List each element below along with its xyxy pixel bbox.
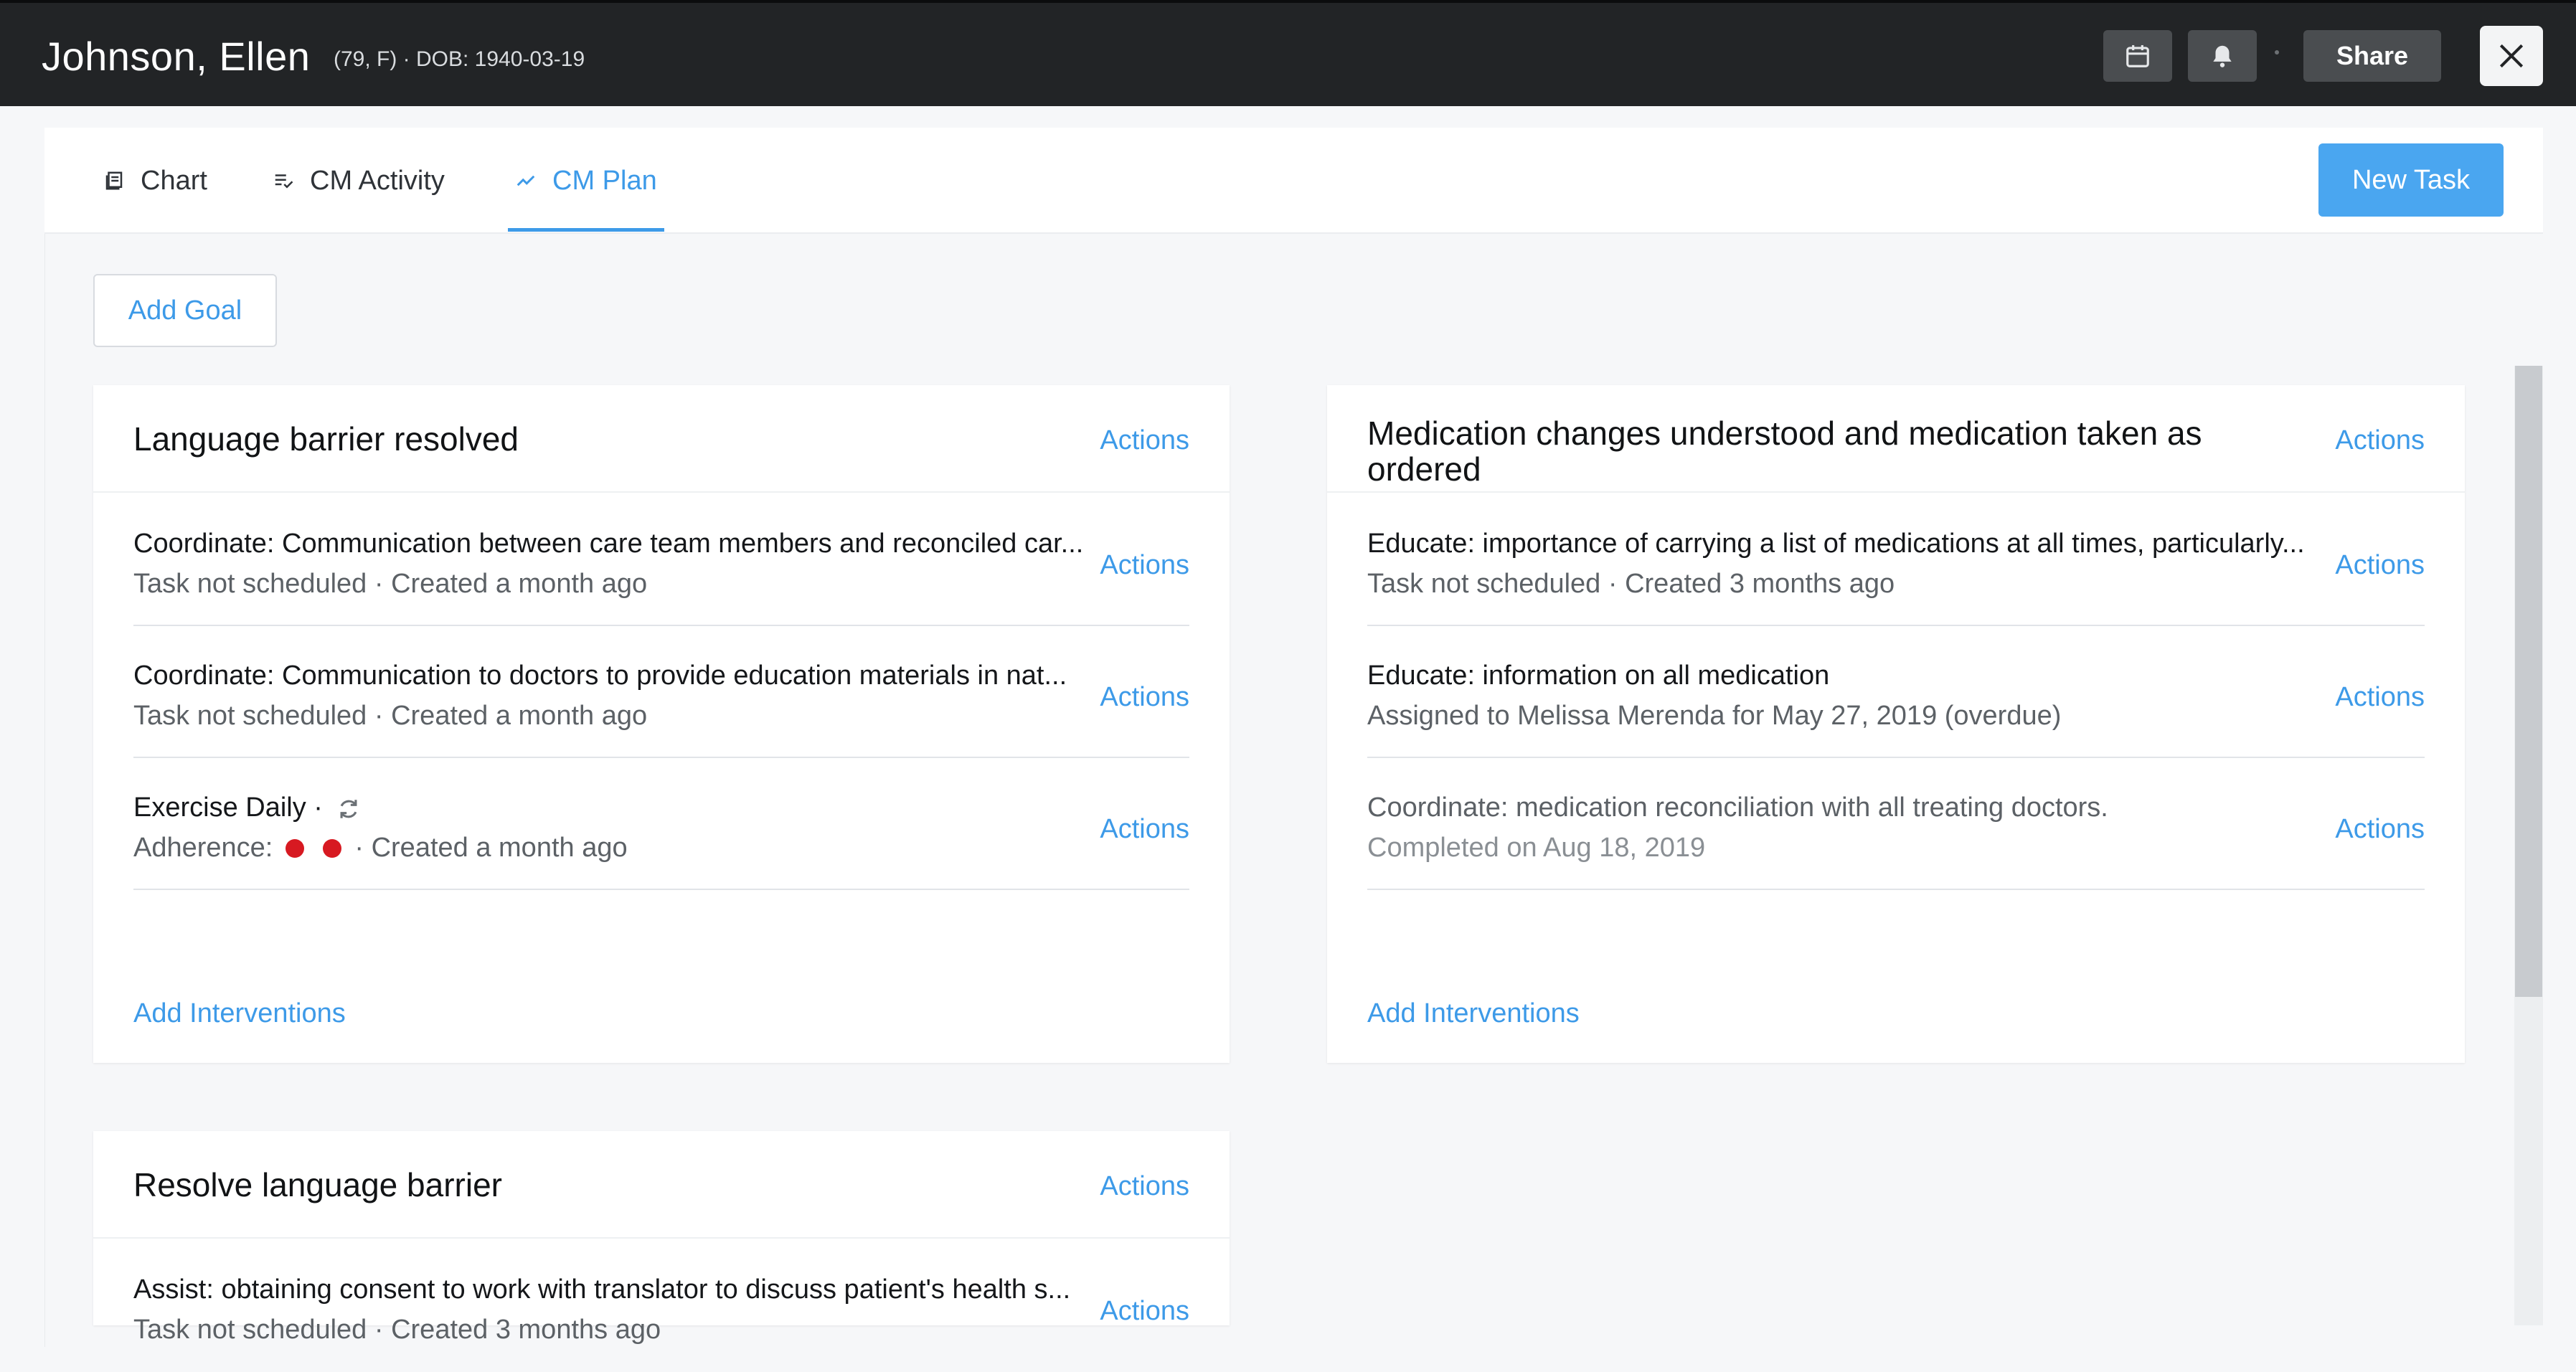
task-title[interactable]: Coordinate: Communication to doctors to … <box>133 661 1095 691</box>
task-subtitle: Task not scheduled · Created 3 months ag… <box>1367 569 1895 599</box>
goal-card-header: Language barrier resolved Actions <box>93 385 1230 493</box>
task-subtitle: Task not scheduled · Created a month ago <box>133 569 648 599</box>
close-icon <box>2499 44 2524 68</box>
goal-actions-link[interactable]: Actions <box>1100 425 1189 456</box>
task-item: Coordinate: Communication between care t… <box>133 494 1189 626</box>
task-item: Educate: importance of carrying a list o… <box>1367 494 2425 626</box>
task-item: Assist: obtaining consent to work with t… <box>133 1240 1189 1372</box>
add-interventions-link[interactable]: Add Interventions <box>1367 998 1580 1029</box>
goal-title: Medication changes understood and medica… <box>1367 415 2202 488</box>
adherence-suffix: · Created a month ago <box>354 833 628 863</box>
adherence-missed-dot <box>323 838 342 858</box>
calendar-icon <box>2126 44 2149 67</box>
adherence-label: Adherence: <box>133 833 273 863</box>
tab-cm-plan-label: CM Plan <box>552 165 657 196</box>
task-title[interactable]: Exercise Daily · <box>133 793 1095 823</box>
goal-title: Language barrier resolved <box>133 420 519 458</box>
task-subtitle: Assigned to Melissa Merenda for May 27, … <box>1367 701 2062 731</box>
task-actions-link[interactable]: Actions <box>1100 682 1189 713</box>
tab-cm-plan[interactable]: CM Plan <box>515 128 657 234</box>
adherence-missed-dot <box>286 838 305 858</box>
add-goal-button[interactable]: Add Goal <box>93 274 277 347</box>
tab-chart[interactable]: Chart <box>103 128 207 234</box>
goal-card: Resolve language barrier Actions Assist:… <box>93 1131 1230 1345</box>
task-item: Educate: information on all medication A… <box>1367 626 2425 758</box>
tab-chart-label: Chart <box>141 165 207 196</box>
separator-dot <box>2275 50 2279 55</box>
bell-icon <box>2213 45 2232 67</box>
notifications-button[interactable] <box>2188 30 2257 82</box>
task-title[interactable]: Coordinate: Communication between care t… <box>133 529 1095 559</box>
tab-cm-activity-label: CM Activity <box>310 165 445 196</box>
task-subtitle: Task not scheduled · Created a month ago <box>133 701 648 731</box>
task-title[interactable]: Assist: obtaining consent to work with t… <box>133 1274 1095 1305</box>
list-check-icon <box>275 174 293 189</box>
goal-card: Medication changes understood and medica… <box>1327 385 2465 1063</box>
task-actions-link[interactable]: Actions <box>1100 1296 1189 1327</box>
task-actions-link[interactable]: Actions <box>2335 814 2425 845</box>
task-actions-link[interactable]: Actions <box>2335 682 2425 713</box>
trend-icon <box>516 175 535 186</box>
task-title[interactable]: Coordinate: medication reconciliation wi… <box>1367 793 2329 823</box>
close-button[interactable] <box>2480 26 2543 86</box>
task-subtitle: Adherence: · Created a month ago <box>133 833 628 864</box>
add-interventions-link[interactable]: Add Interventions <box>133 998 346 1029</box>
tab-cm-activity[interactable]: CM Activity <box>273 128 445 234</box>
task-title-text: Exercise Daily · <box>133 793 323 823</box>
task-actions-link[interactable]: Actions <box>1100 814 1189 845</box>
goal-card-header: Resolve language barrier Actions <box>93 1131 1230 1239</box>
task-actions-link[interactable]: Actions <box>2335 550 2425 581</box>
task-actions-link[interactable]: Actions <box>1100 550 1189 581</box>
scrollbar-thumb[interactable] <box>2515 366 2542 997</box>
task-subtitle: Task not scheduled · Created 3 months ag… <box>133 1315 661 1345</box>
share-button[interactable]: Share <box>2303 30 2441 82</box>
goal-card-header: Medication changes understood and medica… <box>1327 385 2465 493</box>
calendar-button[interactable] <box>2103 30 2172 82</box>
task-subtitle: Completed on Aug 18, 2019 <box>1367 833 1706 863</box>
task-title[interactable]: Educate: information on all medication <box>1367 661 2329 691</box>
task-item: Coordinate: Communication to doctors to … <box>133 626 1189 758</box>
patient-meta: (79, F) · DOB: 1940-03-19 <box>334 47 585 71</box>
top-bar: Johnson, Ellen (79, F) · DOB: 1940-03-19… <box>0 0 2576 106</box>
patient-name: Johnson, Ellen <box>42 34 311 79</box>
task-title[interactable]: Educate: importance of carrying a list o… <box>1367 529 2329 559</box>
goal-title: Resolve language barrier <box>133 1166 502 1203</box>
goal-actions-link[interactable]: Actions <box>1100 1171 1189 1202</box>
tab-bar: Chart CM Activity CM Plan <box>44 128 2543 234</box>
book-icon <box>105 171 123 190</box>
active-tab-indicator <box>508 228 664 232</box>
goal-actions-link[interactable]: Actions <box>2335 425 2425 456</box>
task-item: Exercise Daily · Adherence: · Created a … <box>133 758 1189 890</box>
recurring-icon <box>340 800 357 818</box>
new-task-button[interactable]: New Task <box>2318 143 2504 217</box>
goal-card: Language barrier resolved Actions Coordi… <box>93 385 1230 1063</box>
task-item-completed: Coordinate: medication reconciliation wi… <box>1367 758 2425 890</box>
